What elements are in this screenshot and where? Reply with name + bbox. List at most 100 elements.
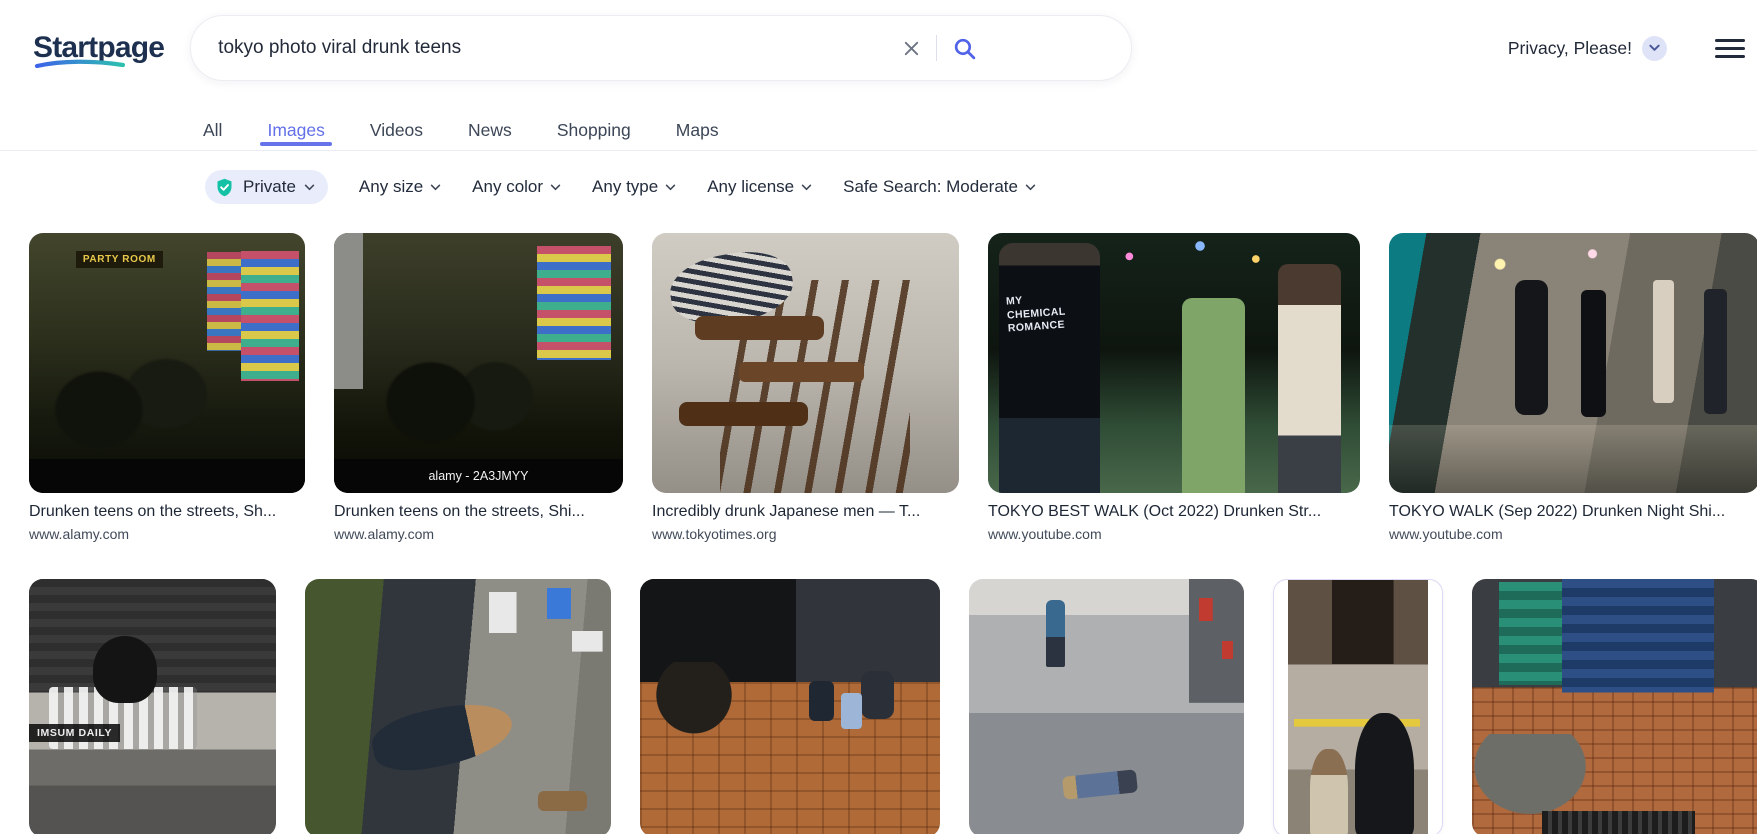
result-url[interactable]: www.alamy.com	[334, 526, 623, 542]
image-results: PARTY ROOM Drunken teens on the streets,…	[29, 233, 1757, 834]
tab-maps[interactable]: Maps	[676, 96, 719, 150]
chevron-down-icon	[1025, 184, 1036, 191]
result-url[interactable]: www.tokyotimes.org	[652, 526, 959, 542]
image-result[interactable]	[1273, 579, 1443, 834]
filter-any-size[interactable]: Any size	[359, 177, 441, 197]
image-result[interactable]: MY CHEMICAL ROMANCE TOKYO BEST WALK (Oct…	[988, 233, 1360, 542]
thumbnail-art	[1389, 233, 1757, 493]
result-thumbnail[interactable]: PARTY ROOM	[29, 233, 305, 493]
image-result[interactable]	[1472, 579, 1757, 834]
result-thumbnail[interactable]: IMSUM DAILY	[29, 579, 276, 834]
search-tabs: All Images Videos News Shopping Maps	[0, 96, 1757, 151]
thumbnail-art	[969, 579, 1244, 834]
search-input[interactable]	[218, 37, 896, 59]
chevron-down-icon	[550, 184, 561, 191]
result-caption: Drunken teens on the streets, Sh... www.…	[29, 503, 305, 542]
result-url[interactable]: www.alamy.com	[29, 526, 305, 542]
result-title[interactable]: Drunken teens on the streets, Sh...	[29, 503, 305, 521]
image-result[interactable]: TOKYO WALK (Sep 2022) Drunken Night Shi.…	[1389, 233, 1757, 542]
image-result[interactable]	[305, 579, 611, 834]
close-icon	[902, 39, 921, 58]
result-caption: TOKYO WALK (Sep 2022) Drunken Night Shi.…	[1389, 503, 1757, 542]
tab-videos[interactable]: Videos	[370, 96, 423, 150]
watermark-chip: IMSUM DAILY	[29, 724, 120, 742]
result-caption: Incredibly drunk Japanese men — T... www…	[652, 503, 959, 542]
result-title[interactable]: Drunken teens on the streets, Shi...	[334, 503, 623, 521]
clear-search-button[interactable]	[896, 33, 927, 64]
thumbnail-art	[1472, 579, 1757, 834]
thumbnail-art	[640, 579, 940, 834]
header: Startpage Privacy, Please!	[0, 0, 1757, 96]
thumbnail-art	[29, 579, 276, 834]
result-thumbnail[interactable]	[969, 579, 1244, 834]
tab-shopping[interactable]: Shopping	[557, 96, 631, 150]
chevron-down-icon	[665, 184, 676, 191]
private-filter[interactable]: Private	[205, 170, 328, 204]
tab-label: Shopping	[557, 120, 631, 140]
tab-label: News	[468, 120, 512, 140]
result-thumbnail[interactable]	[1273, 579, 1443, 834]
chevron-down-icon	[801, 184, 812, 191]
tab-label: Videos	[370, 120, 423, 140]
tab-label: Images	[267, 120, 324, 140]
results-row-2: IMSUM DAILY	[29, 579, 1757, 834]
privacy-please-toggle[interactable]: Privacy, Please!	[1508, 36, 1667, 61]
thumbnail-art	[29, 233, 305, 493]
photo-text: PARTY ROOM	[76, 251, 163, 268]
result-title[interactable]: TOKYO BEST WALK (Oct 2022) Drunken Str..…	[988, 503, 1360, 521]
result-url[interactable]: www.youtube.com	[988, 526, 1360, 542]
menu-button[interactable]	[1713, 35, 1747, 62]
thumbnail-art	[988, 233, 1360, 493]
thumbnail-art	[652, 233, 959, 493]
search-bar	[190, 15, 1132, 81]
result-caption: Drunken teens on the streets, Shi... www…	[334, 503, 623, 542]
result-thumbnail[interactable]	[305, 579, 611, 834]
photo-text: MY CHEMICAL ROMANCE	[1005, 290, 1082, 336]
chevron-down-icon	[1649, 44, 1660, 52]
chevron-down-icon	[430, 184, 441, 191]
image-result[interactable]	[969, 579, 1244, 834]
result-thumbnail[interactable]	[640, 579, 940, 834]
result-title[interactable]: Incredibly drunk Japanese men — T...	[652, 503, 959, 521]
tab-label: Maps	[676, 120, 719, 140]
image-result[interactable]: IMSUM DAILY	[29, 579, 276, 834]
image-result[interactable]: PARTY ROOM Drunken teens on the streets,…	[29, 233, 305, 542]
shield-check-icon	[214, 177, 235, 198]
result-caption: TOKYO BEST WALK (Oct 2022) Drunken Str..…	[988, 503, 1360, 542]
image-result[interactable]	[640, 579, 940, 834]
private-filter-label: Private	[243, 177, 296, 197]
startpage-logo[interactable]: Startpage	[33, 31, 164, 65]
result-thumbnail[interactable]	[1389, 233, 1757, 493]
result-thumbnail[interactable]	[1472, 579, 1757, 834]
filter-safe-search-moderate[interactable]: Safe Search: Moderate	[843, 177, 1036, 197]
tab-news[interactable]: News	[468, 96, 512, 150]
tab-images[interactable]: Images	[267, 96, 324, 150]
result-thumbnail[interactable]	[652, 233, 959, 493]
chevron-down-icon	[304, 184, 315, 191]
search-icon	[952, 36, 977, 61]
filter-any-license[interactable]: Any license	[707, 177, 812, 197]
result-title[interactable]: TOKYO WALK (Sep 2022) Drunken Night Shi.…	[1389, 503, 1757, 521]
watermark-text: alamy - 2A3JMYY	[428, 469, 528, 483]
thumbnail-art	[1288, 580, 1428, 834]
result-url[interactable]: www.youtube.com	[1389, 526, 1757, 542]
filter-any-color[interactable]: Any color	[472, 177, 561, 197]
image-result[interactable]: alamy - 2A3JMYY Drunken teens on the str…	[334, 233, 623, 542]
results-row-1: PARTY ROOM Drunken teens on the streets,…	[29, 233, 1757, 542]
search-submit-button[interactable]	[946, 30, 983, 67]
hamburger-icon	[1715, 39, 1745, 42]
filter-any-type[interactable]: Any type	[592, 177, 676, 197]
privacy-chevron-badge	[1642, 36, 1667, 61]
thumbnail-art	[334, 233, 623, 493]
tab-label: All	[203, 120, 222, 140]
logo-swoosh-icon	[34, 59, 126, 69]
header-right: Privacy, Please!	[1508, 35, 1757, 62]
watermark-bar	[29, 459, 305, 493]
tab-all[interactable]: All	[203, 96, 222, 150]
search-divider	[936, 35, 937, 61]
watermark-bar: alamy - 2A3JMYY	[334, 459, 623, 493]
image-result[interactable]: Incredibly drunk Japanese men — T... www…	[652, 233, 959, 542]
privacy-label: Privacy, Please!	[1508, 38, 1632, 59]
result-thumbnail[interactable]: MY CHEMICAL ROMANCE	[988, 233, 1360, 493]
result-thumbnail[interactable]: alamy - 2A3JMYY	[334, 233, 623, 493]
